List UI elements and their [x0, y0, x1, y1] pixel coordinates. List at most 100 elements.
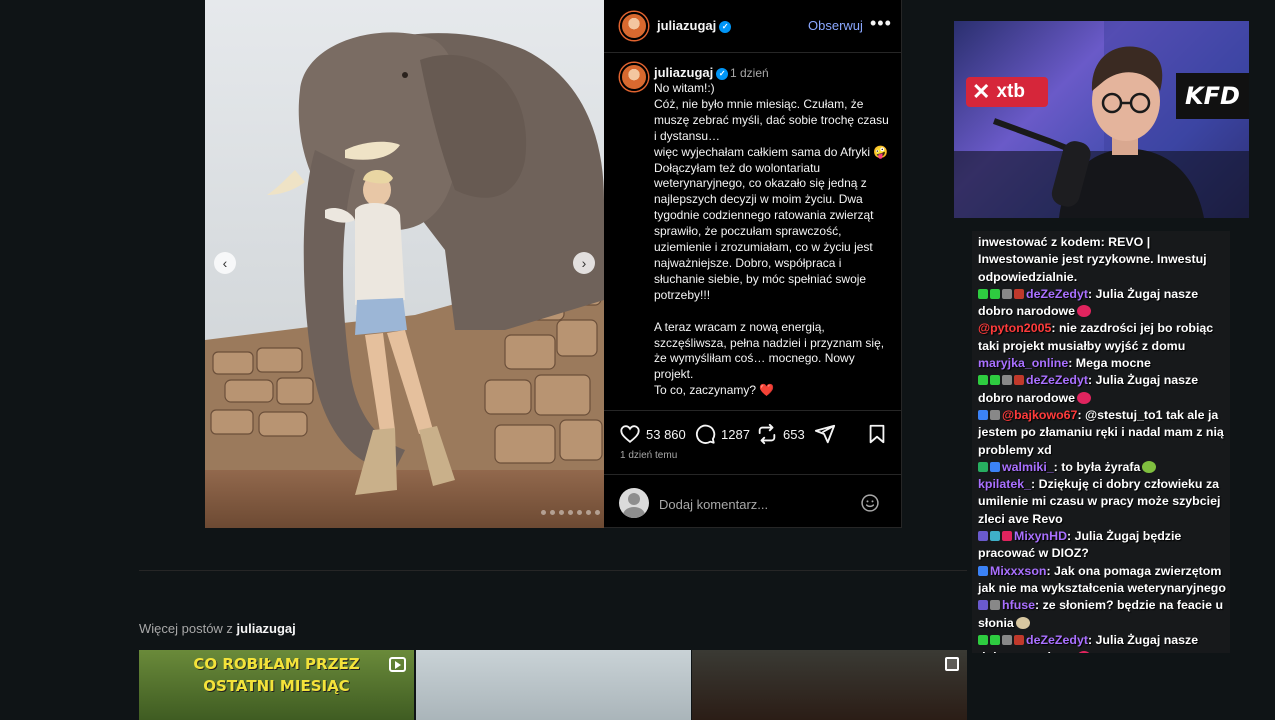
profile-avatar[interactable] [620, 12, 648, 40]
chat-message: hfuse: ze słoniem? będzie na feacie u sł… [978, 597, 1226, 632]
chat-username[interactable]: MixynHD [1014, 529, 1067, 543]
follow-button[interactable]: Obserwuj [808, 18, 863, 33]
post-thumbnail[interactable]: CO ROBIŁAM PRZEZ OSTATNI MIESIĄC [139, 650, 414, 720]
stream-chat: inwestować z kodem: REVO | Inwestowanie … [972, 231, 1230, 653]
chat-username[interactable]: maryjka_online [978, 356, 1068, 370]
chat-username[interactable]: walmiki_ [1002, 460, 1054, 474]
comment-input[interactable]: Dodaj komentarz... [659, 497, 768, 512]
chat-badge-icon [978, 634, 988, 645]
chat-badge-icon [990, 288, 1000, 299]
elephant-photo [205, 0, 604, 528]
chat-message: @pyton2005: nie zazdrości jej bo robiąc … [978, 320, 1226, 355]
chat-badge-icon [990, 600, 1000, 611]
like-count: 53 860 [646, 426, 686, 442]
chat-emote-icon [1142, 460, 1157, 473]
post-caption: No witam!:) Cóż, nie było mnie miesiąc. … [654, 81, 889, 398]
section-divider [139, 570, 967, 571]
comment-button[interactable]: 1287 [694, 423, 750, 445]
more-posts-username[interactable]: juliazugaj [237, 621, 296, 636]
post-thumbnail[interactable] [416, 650, 691, 720]
chat-message: walmiki_: to była żyrafa [978, 459, 1226, 476]
kfd-logo: KFD [1176, 73, 1249, 119]
repost-count: 653 [783, 426, 805, 442]
emoji-icon[interactable] [860, 493, 880, 513]
carousel-prev-button[interactable]: ‹ [214, 252, 236, 274]
carousel-dot [559, 510, 564, 515]
heart-icon [620, 425, 640, 443]
post-thumbnail[interactable] [692, 650, 967, 720]
chat-text: : Mega mocne [1068, 356, 1151, 371]
post-author[interactable]: juliazugaj ✓ [657, 18, 732, 33]
carousel-next-button[interactable]: › [573, 252, 595, 274]
chat-message: deZeZedyt: Julia Żugaj nasze dobro narod… [978, 286, 1226, 321]
xtb-logo: ✕ xtb [966, 77, 1048, 107]
chat-badge-icon [990, 409, 1000, 420]
caption-timestamp: 1 dzień [730, 66, 769, 80]
comment-box: Dodaj komentarz... [604, 474, 902, 528]
comment-icon [695, 424, 716, 444]
comment-count: 1287 [721, 426, 750, 442]
chat-username[interactable]: Mixxxson [990, 564, 1046, 578]
chat-messages: inwestować z kodem: REVO | Inwestowanie … [978, 234, 1226, 653]
like-button[interactable]: 53 860 [619, 423, 686, 445]
carousel-dots [541, 510, 604, 515]
chat-username[interactable]: deZeZedyt [1026, 287, 1088, 301]
user-avatar [619, 488, 649, 518]
chat-badge-icon [978, 461, 988, 472]
chat-username[interactable]: @pyton2005 [978, 321, 1051, 335]
save-button[interactable] [866, 423, 888, 445]
repost-icon [758, 423, 776, 445]
caption-author-name[interactable]: juliazugaj [654, 65, 713, 80]
reel-icon [389, 657, 406, 672]
caption-avatar[interactable] [620, 63, 648, 91]
post-age: 1 dzień temu [620, 450, 678, 461]
chat-emote-icon [1015, 616, 1030, 629]
chat-badge-icon [1014, 288, 1024, 299]
chat-badge-icon [990, 531, 1000, 542]
chat-message: inwestować z kodem: REVO | Inwestowanie … [978, 234, 1226, 286]
post-author-name[interactable]: juliazugaj [657, 18, 716, 33]
post-header: juliazugaj ✓ Obserwuj ••• [604, 0, 902, 53]
chat-badge-icon [978, 409, 988, 420]
chat-message: MixynHD: Julia Żugaj będzie pracować w D… [978, 528, 1226, 563]
bookmark-icon [869, 424, 885, 444]
repost-button[interactable]: 653 [756, 423, 805, 445]
chat-username[interactable]: hfuse [1002, 598, 1035, 612]
more-options-icon[interactable]: ••• [870, 13, 892, 34]
chat-badge-icon [1002, 375, 1012, 386]
carousel-icon [945, 657, 959, 671]
post-photo [205, 0, 604, 528]
chat-emote-icon [1077, 391, 1092, 404]
more-posts-prefix: Więcej postów z [139, 621, 237, 636]
xtb-x-icon: ✕ [972, 79, 991, 104]
chat-badge-icon [1014, 375, 1024, 386]
chat-badge-icon [978, 375, 988, 386]
share-button[interactable] [814, 423, 836, 445]
chat-emote-icon [1077, 651, 1092, 653]
verified-icon: ✓ [719, 21, 732, 33]
chat-badge-icon [1002, 288, 1012, 299]
chat-username[interactable]: kpilatek_ [978, 477, 1031, 491]
post-panel: juliazugaj ✓ Obserwuj ••• juliazugaj ✓ 1 d… [604, 0, 902, 528]
chat-message: deZeZedyt: Julia Żugaj nasze dobro narod… [978, 372, 1226, 407]
chat-badge-icon [978, 565, 988, 576]
chat-message: maryjka_online: Mega mocne [978, 355, 1226, 372]
chat-badge-icon [978, 288, 988, 299]
chat-username[interactable]: deZeZedyt [1026, 633, 1088, 647]
chat-username[interactable]: @bajkowo67 [1002, 408, 1077, 422]
carousel-dot [577, 510, 582, 515]
xtb-label: xtb [996, 81, 1025, 102]
chat-badge-icon [978, 531, 988, 542]
carousel-dot [586, 510, 591, 515]
chat-badge-icon [990, 375, 1000, 386]
caption-author[interactable]: juliazugaj ✓ [654, 65, 729, 80]
thumbnail-title: CO ROBIŁAM PRZEZ OSTATNI MIESIĄC [193, 655, 360, 695]
streamer-video [954, 21, 1249, 218]
chat-message: Mixxxson: Jak ona pomaga zwierzętom jak … [978, 563, 1226, 598]
send-icon [814, 424, 836, 444]
verified-icon: ✓ [716, 68, 729, 80]
chat-username[interactable]: deZeZedyt [1026, 373, 1088, 387]
chat-badge-icon [990, 634, 1000, 645]
carousel-dot [541, 510, 546, 515]
chat-badge-icon [1002, 531, 1012, 542]
